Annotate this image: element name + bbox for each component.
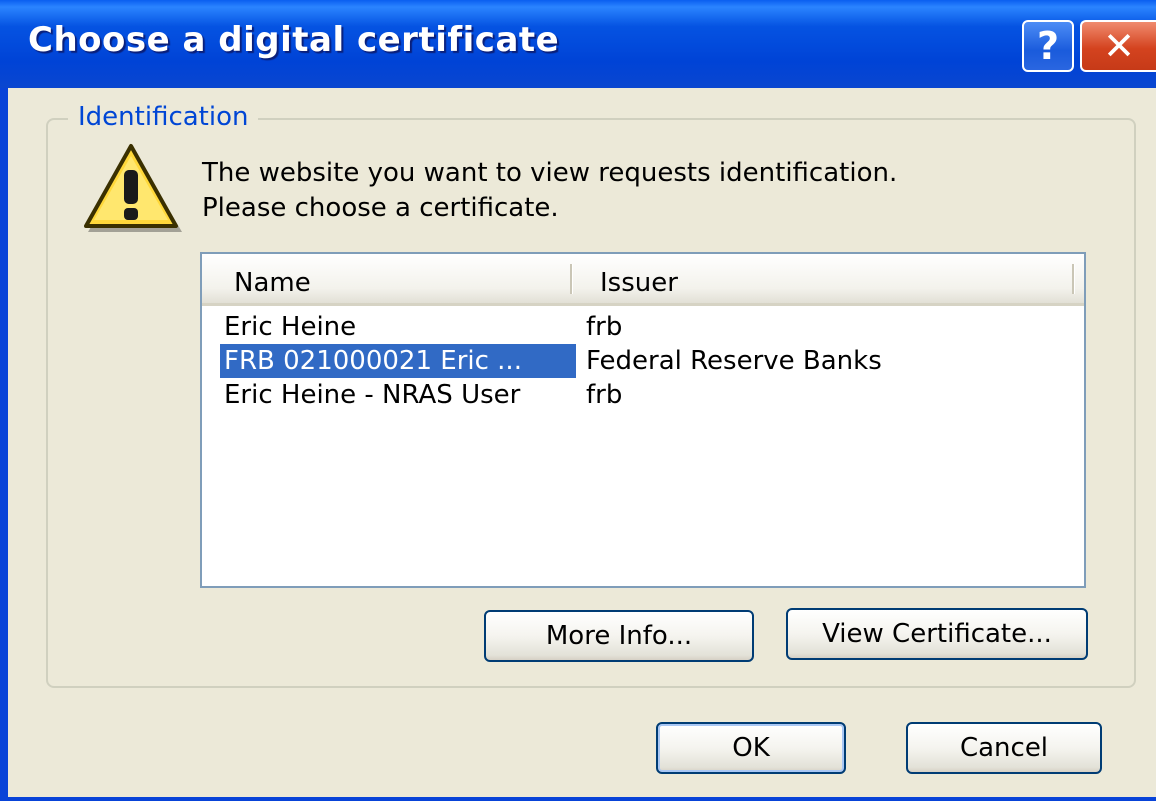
certificate-list[interactable]: Name Issuer Eric Heine frb FRB 021000021… xyxy=(200,252,1086,588)
more-info-button[interactable]: More Info... xyxy=(484,610,754,662)
message-line-2: Please choose a certificate. xyxy=(202,193,559,223)
certificate-name: Eric Heine - NRAS User xyxy=(224,380,521,410)
column-header-issuer[interactable]: Issuer xyxy=(600,268,678,298)
help-button[interactable]: ? xyxy=(1022,20,1074,72)
column-divider[interactable] xyxy=(570,264,573,294)
title-bar[interactable]: Choose a digital certificate ? ✕ xyxy=(0,0,1156,88)
certificate-issuer: frb xyxy=(586,380,623,410)
certificate-issuer: frb xyxy=(586,312,623,342)
close-icon: ✕ xyxy=(1103,24,1135,68)
list-header: Name Issuer xyxy=(202,254,1084,306)
certificate-row-selected[interactable]: FRB 021000021 Eric ... Federal Reserve B… xyxy=(202,344,1082,378)
certificate-row[interactable]: Eric Heine frb xyxy=(202,310,1082,344)
window-title: Choose a digital certificate xyxy=(28,20,560,60)
identification-message: The website you want to view requests id… xyxy=(202,156,897,226)
message-line-1: The website you want to view requests id… xyxy=(202,158,898,188)
ok-button[interactable]: OK xyxy=(656,722,846,774)
certificate-name: FRB 021000021 Eric ... xyxy=(220,344,576,378)
certificate-row[interactable]: Eric Heine - NRAS User frb xyxy=(202,378,1082,412)
column-header-name[interactable]: Name xyxy=(234,268,311,298)
cancel-button[interactable]: Cancel xyxy=(906,722,1102,774)
close-button[interactable]: ✕ xyxy=(1080,20,1156,72)
view-certificate-button[interactable]: View Certificate... xyxy=(786,608,1088,660)
column-divider[interactable] xyxy=(1072,264,1075,294)
certificate-issuer: Federal Reserve Banks xyxy=(586,346,882,376)
certificate-name: Eric Heine xyxy=(224,312,357,342)
help-icon: ? xyxy=(1036,24,1060,68)
warning-icon xyxy=(84,144,182,232)
identification-group-label: Identification xyxy=(68,102,259,132)
